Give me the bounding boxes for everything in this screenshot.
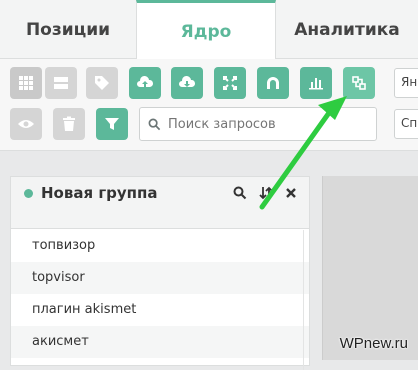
expand-arrows-icon: [223, 76, 237, 90]
tab-positions[interactable]: Позиции: [0, 0, 136, 59]
group-header: Новая группа: [11, 177, 309, 229]
group-color-dot[interactable]: [24, 189, 33, 198]
sort-select[interactable]: Сп: [394, 109, 418, 139]
rows-icon: [54, 77, 68, 89]
side-panel: [322, 176, 418, 360]
trash-icon: [63, 116, 75, 131]
search-icon: [148, 118, 161, 130]
watermark: WPnew.ru: [339, 335, 408, 352]
scrollbar-track[interactable]: [303, 230, 304, 370]
tab-label: Аналитика: [294, 19, 400, 40]
list-item[interactable]: плагин akismet: [11, 294, 309, 326]
sort-icon[interactable]: [259, 186, 273, 200]
tab-core[interactable]: Ядро: [136, 0, 276, 60]
sort-select-value: Сп: [401, 116, 418, 130]
tag-button[interactable]: [86, 67, 118, 99]
tab-bar: Позиции Ядро Аналитика: [0, 0, 418, 60]
group-title[interactable]: Новая группа: [41, 184, 158, 202]
funnel-icon: [105, 118, 119, 130]
search-input[interactable]: [168, 116, 368, 132]
list-item[interactable]: topvisor: [11, 262, 309, 294]
grid-icon: [19, 76, 33, 90]
bar-chart-icon: [309, 78, 323, 90]
region-select-value: Ян: [401, 75, 418, 89]
grid-view-button[interactable]: [10, 67, 42, 99]
search-field[interactable]: [139, 107, 377, 141]
expand-button[interactable]: [214, 67, 246, 99]
filter-button[interactable]: [96, 108, 128, 140]
tag-icon: [95, 76, 109, 90]
cloud-upload-icon: [137, 75, 154, 87]
eye-icon: [18, 120, 34, 128]
cluster-button[interactable]: [343, 67, 375, 99]
tab-label: Позиции: [25, 19, 111, 40]
tab-analytics[interactable]: Аналитика: [276, 0, 418, 59]
tab-label: Ядро: [180, 21, 232, 42]
cluster-icon: [352, 76, 366, 90]
group-panel: Новая группа топвизор topvisor плагин ak…: [10, 176, 310, 370]
magnet-button[interactable]: [257, 67, 289, 99]
upload-button[interactable]: [129, 67, 161, 99]
search-icon[interactable]: [233, 186, 247, 200]
magnet-icon: [267, 77, 279, 89]
cloud-download-icon: [179, 75, 196, 87]
delete-button[interactable]: [53, 108, 85, 140]
region-select[interactable]: Ян: [394, 68, 418, 98]
show-button[interactable]: [10, 108, 42, 140]
toolbar: Ян Сп: [0, 59, 418, 151]
list-item[interactable]: топвизор: [11, 230, 309, 262]
keyword-list: топвизор topvisor плагин akismet акисмет: [11, 230, 309, 358]
list-item[interactable]: акисмет: [11, 326, 309, 358]
download-button[interactable]: [171, 67, 203, 99]
close-icon[interactable]: [284, 186, 298, 200]
list-view-button[interactable]: [45, 67, 77, 99]
chart-button[interactable]: [300, 67, 332, 99]
